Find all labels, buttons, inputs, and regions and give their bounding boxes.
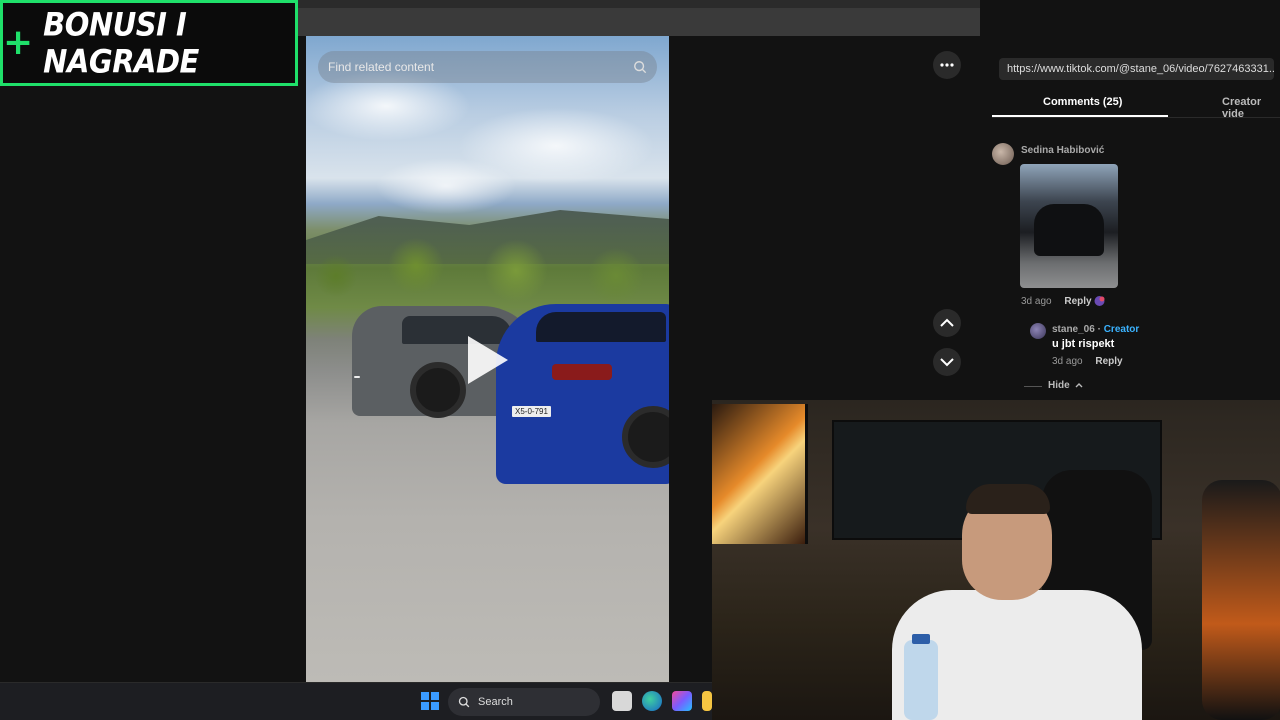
avatar[interactable] <box>1030 323 1046 339</box>
taskbar-search-label: Search <box>478 696 513 708</box>
chevron-down-icon <box>940 358 954 367</box>
banner-text: BONUSI I NAGRADE <box>43 5 199 81</box>
next-video-button[interactable] <box>933 348 961 376</box>
chevron-up-icon <box>1075 383 1083 388</box>
reply-time: 3d ago <box>1052 356 1083 367</box>
comment-image[interactable] <box>1020 164 1118 288</box>
windows-start-icon[interactable] <box>421 692 439 710</box>
video-player[interactable]: X5-0-791 <box>306 36 669 682</box>
file-explorer-icon[interactable] <box>612 691 632 711</box>
blue-car-taillight <box>552 364 612 380</box>
active-tab-underline <box>992 115 1168 117</box>
play-icon[interactable] <box>468 336 508 384</box>
hide-replies-button[interactable]: Hide <box>1048 380 1083 391</box>
related-search-bar[interactable] <box>318 51 657 83</box>
comment-time: 3d ago <box>1021 296 1052 307</box>
streamer-hair <box>966 484 1050 514</box>
comments-panel: https://www.tiktok.com/@stane_06/video/7… <box>980 0 1280 400</box>
tab-comments[interactable]: Comments (25) <box>1043 96 1122 108</box>
reaction-icon[interactable] <box>1093 295 1106 307</box>
reply-meta: 3d ago Reply <box>1052 356 1123 367</box>
reply-button[interactable]: Reply <box>1064 296 1091 307</box>
gaming-chair-orange <box>1202 480 1280 720</box>
chevron-up-icon <box>940 318 954 327</box>
more-icon <box>940 63 954 67</box>
comment-author[interactable]: Sedina Habibović <box>1021 145 1104 156</box>
blue-car-plate: X5-0-791 <box>512 406 551 417</box>
creator-badge: Creator <box>1103 324 1140 335</box>
comment-meta: 3d ago Reply <box>1021 296 1092 307</box>
edge-browser-icon[interactable] <box>642 691 662 711</box>
bonus-banner: + BONUSI I NAGRADE <box>0 0 298 86</box>
grey-car-wheel <box>410 362 466 418</box>
blue-car-wheel <box>622 406 669 468</box>
hide-divider <box>1024 386 1042 387</box>
related-search-input[interactable] <box>328 60 633 74</box>
fireplace-tv <box>712 404 808 544</box>
search-icon[interactable] <box>633 60 647 74</box>
previous-video-button[interactable] <box>933 309 961 337</box>
plus-icon: + <box>3 22 34 63</box>
reply-separator: · <box>1094 324 1104 335</box>
reply-author-line: stane_06 · Creator <box>1052 324 1139 335</box>
search-icon <box>458 696 470 708</box>
panel-tabs: Comments (25) Creator vide <box>992 92 1280 120</box>
windows-taskbar: Search <box>0 682 712 720</box>
hide-label: Hide <box>1048 380 1070 391</box>
reply-text: u jbt rispekt <box>1052 338 1115 350</box>
reply-reply-button[interactable]: Reply <box>1095 356 1122 367</box>
comment-image-car <box>1034 204 1104 256</box>
blue-car: X5-0-791 <box>496 304 669 484</box>
more-options-button[interactable] <box>933 51 961 79</box>
reply-author[interactable]: stane_06 <box>1052 324 1095 335</box>
tab-creator-videos[interactable]: Creator vide <box>1222 96 1280 120</box>
taskbar-search[interactable]: Search <box>448 688 600 716</box>
video-url-field[interactable]: https://www.tiktok.com/@stane_06/video/7… <box>999 58 1274 80</box>
avatar[interactable] <box>992 143 1014 165</box>
webcam-overlay <box>712 400 1280 720</box>
bottle-cap <box>912 634 930 644</box>
screen: + BONUSI I NAGRADE X5-0-791 Find related… <box>0 0 1280 720</box>
grey-car-plate <box>354 376 360 378</box>
folder-icon[interactable] <box>702 691 712 711</box>
blue-car-window <box>536 312 666 342</box>
copilot-icon[interactable] <box>672 691 692 711</box>
water-bottle <box>904 640 938 720</box>
browser-toolbar <box>298 8 980 36</box>
